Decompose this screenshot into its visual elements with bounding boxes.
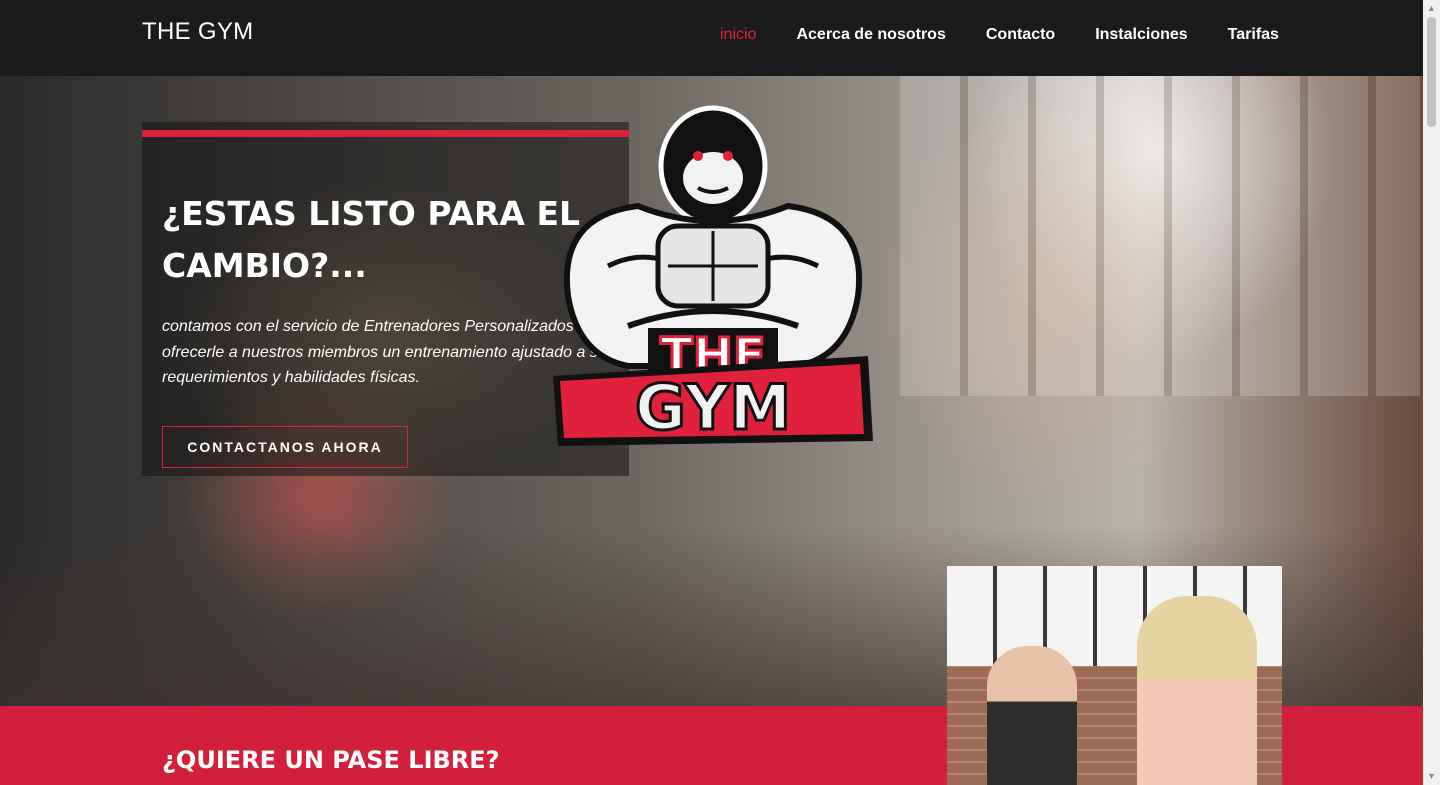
scroll-up-arrow-icon[interactable]: ▲ bbox=[1423, 0, 1440, 17]
hero-background-windows bbox=[900, 76, 1420, 396]
trainers-photo bbox=[947, 566, 1282, 785]
nav-link-tarifas[interactable]: Tarifas bbox=[1208, 26, 1299, 44]
top-navbar: THE GYM inicio Acerca de nosotros Contac… bbox=[0, 0, 1423, 76]
hero-headline: ¿ESTAS LISTO PARA EL CAMBIO?... bbox=[162, 194, 581, 285]
logo-text-gym: GYM bbox=[635, 371, 791, 444]
nav-link-instalaciones[interactable]: Instalciones bbox=[1075, 26, 1207, 44]
photo-client-figure bbox=[1137, 596, 1257, 785]
brand-logo-text[interactable]: THE GYM bbox=[142, 18, 253, 46]
scroll-thumb[interactable] bbox=[1427, 17, 1436, 127]
vertical-scrollbar[interactable]: ▲ ▼ bbox=[1423, 0, 1440, 785]
main-nav: inicio Acerca de nosotros Contacto Insta… bbox=[700, 26, 1299, 44]
gorilla-gym-logo: THE GYM bbox=[553, 105, 873, 446]
free-pass-title: ¿QUIERE UN PASE LIBRE? bbox=[162, 746, 500, 774]
nav-link-contacto[interactable]: Contacto bbox=[966, 26, 1075, 44]
scroll-down-arrow-icon[interactable]: ▼ bbox=[1423, 768, 1440, 785]
contact-now-button[interactable]: CONTACTANOS AHORA bbox=[162, 426, 408, 468]
photo-trainer-figure bbox=[987, 646, 1077, 785]
nav-link-acerca[interactable]: Acerca de nosotros bbox=[776, 26, 965, 44]
nav-link-inicio[interactable]: inicio bbox=[700, 26, 776, 44]
